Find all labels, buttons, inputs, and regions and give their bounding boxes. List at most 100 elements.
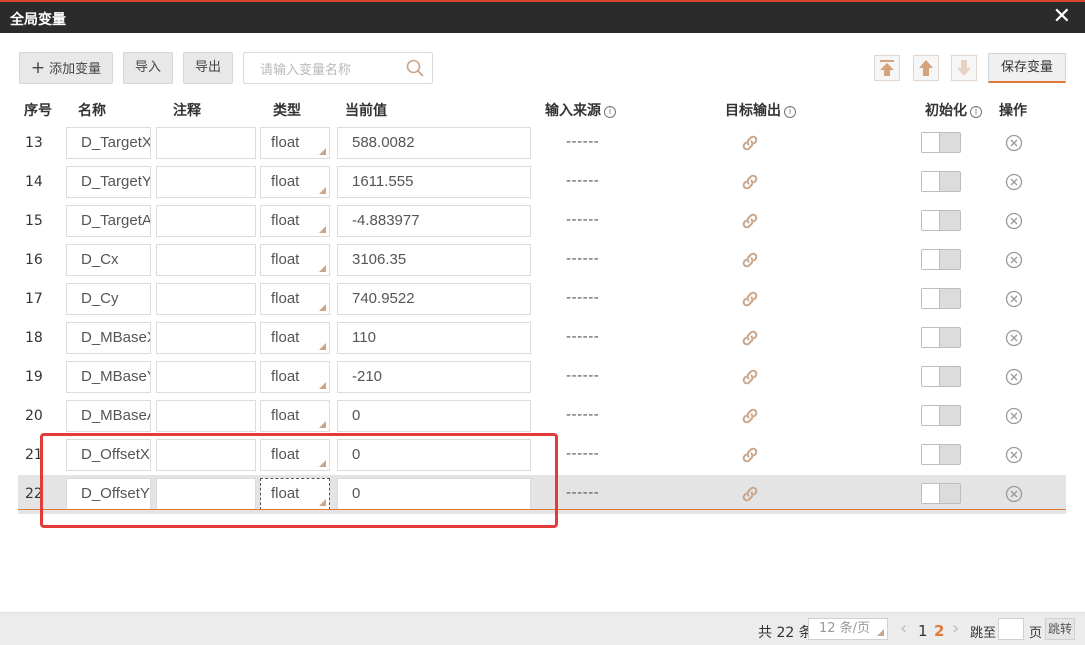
init-toggle[interactable]: [921, 210, 961, 231]
dropdown-indicator-icon: [319, 187, 326, 194]
jump-page-input[interactable]: [998, 618, 1024, 640]
init-toggle[interactable]: [921, 366, 961, 387]
name-field[interactable]: D_MBaseX: [66, 322, 151, 354]
delete-icon[interactable]: [1005, 212, 1023, 230]
comment-field[interactable]: [156, 166, 256, 198]
value-field[interactable]: -4.883977: [337, 205, 531, 237]
comment-field[interactable]: [156, 205, 256, 237]
value-field[interactable]: -210: [337, 361, 531, 393]
link-icon[interactable]: [739, 249, 761, 271]
comment-field[interactable]: [156, 361, 256, 393]
page-size-select[interactable]: 12 条/页: [808, 618, 888, 640]
info-icon[interactable]: i: [784, 106, 796, 118]
link-icon[interactable]: [739, 444, 761, 466]
name-field[interactable]: D_Cy: [66, 283, 151, 315]
link-icon[interactable]: [739, 288, 761, 310]
delete-icon[interactable]: [1005, 368, 1023, 386]
init-toggle[interactable]: [921, 327, 961, 348]
link-icon[interactable]: [739, 483, 761, 505]
delete-icon[interactable]: [1005, 446, 1023, 464]
dropdown-indicator-icon: [319, 148, 326, 155]
name-field[interactable]: D_TargetX: [66, 127, 151, 159]
arrow-up-icon: [919, 60, 933, 76]
type-select[interactable]: float: [260, 361, 330, 393]
add-variable-button[interactable]: + 添加变量: [19, 52, 113, 84]
window-titlebar: 全局变量 ✕: [0, 0, 1085, 33]
jump-button[interactable]: 跳转: [1045, 618, 1075, 640]
init-toggle[interactable]: [921, 444, 961, 465]
link-icon[interactable]: [739, 366, 761, 388]
link-icon[interactable]: [739, 327, 761, 349]
prev-page-icon[interactable]: ‹: [900, 618, 907, 639]
value-field[interactable]: 740.9522: [337, 283, 531, 315]
row-index: 15: [25, 213, 43, 229]
page-1-link[interactable]: 1: [918, 622, 928, 640]
value-field[interactable]: 588.0082: [337, 127, 531, 159]
comment-field[interactable]: [156, 127, 256, 159]
comment-field[interactable]: [156, 322, 256, 354]
save-variables-button[interactable]: 保存变量: [988, 53, 1066, 83]
header-type: 类型: [273, 103, 301, 119]
comment-field[interactable]: [156, 283, 256, 315]
toggle-knob: [922, 367, 940, 386]
link-icon[interactable]: [739, 171, 761, 193]
next-page-icon[interactable]: ›: [952, 618, 959, 639]
init-toggle[interactable]: [921, 483, 961, 504]
type-select[interactable]: float: [260, 244, 330, 276]
init-toggle[interactable]: [921, 132, 961, 153]
init-toggle[interactable]: [921, 405, 961, 426]
name-field[interactable]: D_MBaseA: [66, 400, 151, 432]
import-button[interactable]: 导入: [123, 52, 173, 84]
type-select[interactable]: float: [260, 283, 330, 315]
type-select[interactable]: float: [260, 400, 330, 432]
delete-icon[interactable]: [1005, 173, 1023, 191]
move-to-top-button[interactable]: [874, 55, 900, 81]
close-icon[interactable]: ✕: [1053, 5, 1071, 29]
init-toggle[interactable]: [921, 288, 961, 309]
toggle-knob: [922, 289, 940, 308]
header-target-output-label: 目标输出: [725, 103, 781, 119]
move-to-top-icon: [880, 60, 894, 76]
type-select[interactable]: float: [260, 205, 330, 237]
comment-field[interactable]: [156, 244, 256, 276]
export-button[interactable]: 导出: [183, 52, 233, 84]
search-icon[interactable]: [406, 59, 424, 77]
init-toggle[interactable]: [921, 171, 961, 192]
type-select[interactable]: float: [260, 127, 330, 159]
move-down-button[interactable]: [951, 55, 977, 81]
value-field[interactable]: 3106.35: [337, 244, 531, 276]
table-row: 18 D_MBaseX float 110 ------: [18, 319, 1066, 358]
header-actions: 操作: [999, 103, 1027, 119]
value-field[interactable]: 0: [337, 400, 531, 432]
move-up-button[interactable]: [913, 55, 939, 81]
type-select[interactable]: float: [260, 166, 330, 198]
info-icon[interactable]: i: [970, 106, 982, 118]
search-input[interactable]: [260, 59, 400, 79]
window-title: 全局变量: [10, 12, 66, 28]
type-select[interactable]: float: [260, 322, 330, 354]
link-icon[interactable]: [739, 210, 761, 232]
info-icon[interactable]: i: [604, 106, 616, 118]
name-field[interactable]: D_TargetA: [66, 205, 151, 237]
delete-icon[interactable]: [1005, 290, 1023, 308]
dropdown-indicator-icon: [319, 226, 326, 233]
header-input-source-label: 输入来源: [545, 103, 601, 119]
input-source-value: ------: [566, 329, 600, 345]
link-icon[interactable]: [739, 132, 761, 154]
name-field[interactable]: D_TargetY: [66, 166, 151, 198]
init-toggle[interactable]: [921, 249, 961, 270]
delete-icon[interactable]: [1005, 407, 1023, 425]
comment-field[interactable]: [156, 400, 256, 432]
delete-icon[interactable]: [1005, 485, 1023, 503]
value-field[interactable]: 1611.555: [337, 166, 531, 198]
delete-icon[interactable]: [1005, 329, 1023, 347]
value-field[interactable]: 110: [337, 322, 531, 354]
toggle-knob: [922, 328, 940, 347]
delete-icon[interactable]: [1005, 251, 1023, 269]
page-2-current[interactable]: 2: [934, 622, 944, 640]
name-field[interactable]: D_Cx: [66, 244, 151, 276]
delete-icon[interactable]: [1005, 134, 1023, 152]
name-field[interactable]: D_MBaseY: [66, 361, 151, 393]
link-icon[interactable]: [739, 405, 761, 427]
row-index: 20: [25, 408, 43, 424]
